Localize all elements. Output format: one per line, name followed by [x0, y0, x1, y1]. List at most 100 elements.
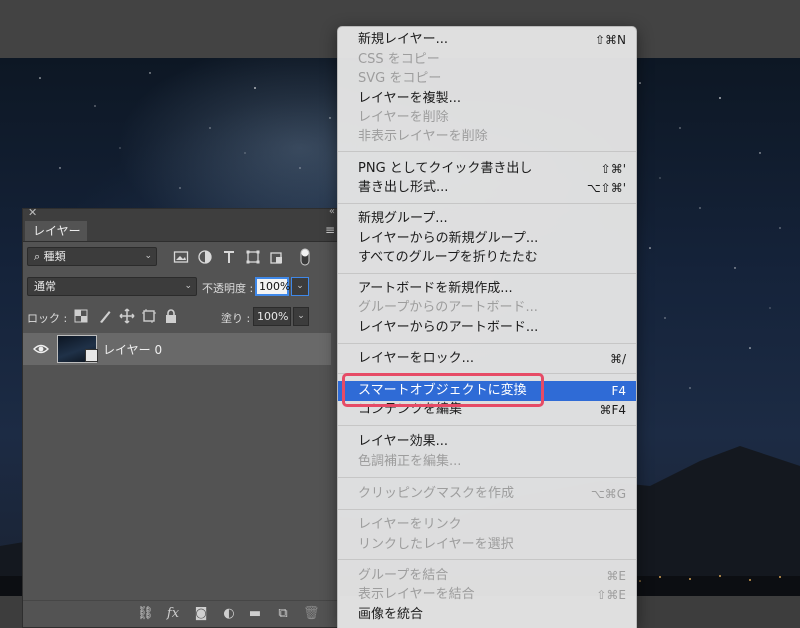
collapse-icon[interactable]: « [329, 206, 335, 217]
menu-item-merge-group[interactable]: グループを結合 ⌘E [338, 566, 636, 586]
menu-item-label: 表示レイヤーを結合 [358, 587, 475, 602]
fx-icon[interactable]: fx [165, 606, 181, 622]
menu-item-link-layers[interactable]: レイヤーをリンク [338, 515, 636, 535]
menu-item-label: レイヤー効果... [358, 434, 449, 449]
layer-context-menu: 新規レイヤー... ⇧⌘N CSS をコピー SVG をコピー レイヤーを複製..… [337, 26, 637, 628]
layer-name: レイヤー 0 [103, 343, 163, 357]
menu-item-shortcut: ⌥⌘G [590, 487, 626, 501]
menu-item-artboard-from-layers[interactable]: レイヤーからのアートボード... [338, 318, 636, 338]
menu-item-shortcut: ⌘/ [609, 352, 626, 366]
menu-separator [338, 509, 636, 510]
adjustment-layer-icon[interactable]: ◐ [221, 606, 237, 622]
menu-item-label: レイヤーをロック... [358, 351, 475, 366]
menu-separator [338, 559, 636, 560]
menu-item-label: スマートオブジェクトに変換 [358, 383, 527, 398]
menu-item-copy-css[interactable]: CSS をコピー [338, 50, 636, 70]
menu-item-convert-to-smart-object[interactable]: スマートオブジェクトに変換 F4 [338, 381, 636, 401]
chevron-down-icon: ⌄ [144, 251, 152, 261]
tab-layers-label: レイヤー [33, 224, 81, 238]
menu-separator [338, 477, 636, 478]
chevron-down-icon: ⌄ [296, 281, 304, 291]
menu-item-merge-visible[interactable]: 表示レイヤーを結合 ⇧⌘E [338, 585, 636, 605]
fill-dropdown-button[interactable]: ⌄ [293, 307, 309, 326]
menu-item-label: 書き出し形式... [358, 180, 449, 195]
fill-input[interactable]: 100% [253, 307, 291, 326]
blend-mode-select[interactable]: 通常 ⌄ [27, 277, 197, 296]
menu-item-select-linked-layers[interactable]: リンクしたレイヤーを選択 [338, 535, 636, 555]
folder-icon[interactable]: ▬ [247, 606, 263, 622]
menu-item-shortcut: ⇧⌘N [594, 33, 626, 47]
panel-menu-icon[interactable]: ≡ [325, 223, 335, 237]
lock-transparent-pixels-icon[interactable] [73, 308, 89, 324]
mask-icon[interactable]: ◙ [193, 606, 209, 622]
lock-row: ロック : 塗り : 100% ⌄ [23, 302, 341, 330]
shape-filter-icon[interactable] [245, 249, 261, 265]
menu-item-copy-svg[interactable]: SVG をコピー [338, 69, 636, 89]
menu-item-label: レイヤーを削除 [358, 110, 449, 125]
link-icon[interactable]: ⛓ [137, 606, 154, 622]
menu-item-label: SVG をコピー [358, 71, 442, 86]
menu-item-label: コンテンツを編集 [358, 402, 463, 417]
menu-item-new-group-from-layers[interactable]: レイヤーからの新規グループ... [338, 229, 636, 249]
lock-artboard-icon[interactable] [141, 308, 157, 324]
menu-item-label: 新規グループ... [358, 211, 448, 226]
panel-footer: ⛓ fx ◙ ◐ ▬ ⧉ 🗑 [23, 600, 341, 627]
menu-item-lock-layers[interactable]: レイヤーをロック... ⌘/ [338, 349, 636, 369]
menu-item-new-layer[interactable]: 新規レイヤー... ⇧⌘N [338, 30, 636, 50]
menu-item-flatten-image[interactable]: 画像を統合 [338, 605, 636, 625]
menu-item-duplicate-layer[interactable]: レイヤーを複製... [338, 89, 636, 109]
filter-toggle-switch[interactable] [299, 247, 311, 267]
menu-item-label: レイヤーからのアートボード... [358, 320, 539, 335]
menu-item-quick-export-png[interactable]: PNG としてクイック書き出し ⇧⌘' [338, 159, 636, 179]
menu-item-delete-layer[interactable]: レイヤーを削除 [338, 108, 636, 128]
menu-item-label: アートボードを新規作成... [358, 281, 513, 296]
menu-separator [338, 151, 636, 152]
menu-item-edit-adjustment[interactable]: 色調補正を編集... [338, 452, 636, 472]
menu-separator [338, 373, 636, 374]
menu-item-delete-hidden-layers[interactable]: 非表示レイヤーを削除 [338, 127, 636, 147]
filter-kind-select[interactable]: ⌕ 種類 ⌄ [27, 247, 157, 266]
menu-item-label: グループからのアートボード... [358, 300, 538, 315]
menu-item-export-as[interactable]: 書き出し形式... ⌥⇧⌘' [338, 178, 636, 198]
eye-icon[interactable] [33, 342, 49, 356]
new-layer-icon[interactable]: ⧉ [275, 606, 291, 622]
fill-value: 100% [257, 310, 289, 323]
trash-icon[interactable]: 🗑 [303, 606, 320, 622]
menu-item-collapse-all-groups[interactable]: すべてのグループを折りたたむ [338, 248, 636, 268]
opacity-dropdown-button[interactable]: ⌄ [291, 277, 309, 296]
menu-item-label: レイヤーを複製... [358, 91, 462, 106]
smart-object-filter-icon[interactable] [269, 249, 285, 265]
menu-item-artboard-from-group[interactable]: グループからのアートボード... [338, 298, 636, 318]
lock-position-icon[interactable] [119, 308, 135, 324]
chevron-down-icon: ⌄ [184, 281, 192, 291]
menu-item-edit-contents[interactable]: コンテンツを編集 ⌘F4 [338, 400, 636, 420]
menu-item-layer-style[interactable]: レイヤー効果... [338, 432, 636, 452]
fill-label: 塗り : [221, 312, 251, 325]
opacity-label: 不透明度 : [202, 282, 254, 295]
menu-item-shortcut: ⌘E [606, 569, 626, 583]
menu-item-label: 色調補正を編集... [358, 454, 462, 469]
menu-item-create-clipping-mask[interactable]: クリッピングマスクを作成 ⌥⌘G [338, 484, 636, 504]
filter-row: ⌕ 種類 ⌄ [23, 242, 341, 270]
tab-layers[interactable]: レイヤー [25, 221, 87, 241]
menu-item-label: 画像を統合 [358, 607, 424, 622]
blend-mode-value: 通常 [34, 280, 56, 293]
menu-item-new-artboard[interactable]: アートボードを新規作成... [338, 279, 636, 299]
menu-item-label: リンクしたレイヤーを選択 [358, 537, 514, 552]
lock-image-pixels-icon[interactable] [97, 308, 113, 324]
menu-item-shortcut: ⌥⇧⌘' [586, 181, 626, 195]
menu-item-label: レイヤーからの新規グループ... [358, 231, 539, 246]
close-icon[interactable]: ✕ [28, 206, 37, 219]
layer-row[interactable]: レイヤー 0 [23, 333, 331, 365]
opacity-input[interactable]: 100% [255, 277, 290, 296]
layers-panel: ✕ « レイヤー ≡ ⌕ 種類 ⌄ 通常 ⌄ 不透明度 : 100% ⌄ ロック… [22, 206, 341, 628]
adjustment-filter-icon[interactable] [197, 249, 213, 265]
image-filter-icon[interactable] [173, 249, 189, 265]
lock-all-icon[interactable] [163, 308, 179, 324]
panel-title-strip: ✕ « [23, 206, 339, 221]
menu-item-shortcut: ⌘F4 [599, 403, 626, 417]
menu-item-new-group[interactable]: 新規グループ... [338, 209, 636, 229]
menu-item-label: 非表示レイヤーを削除 [358, 129, 488, 144]
blend-row: 通常 ⌄ 不透明度 : 100% ⌄ [23, 272, 341, 300]
type-filter-icon[interactable] [221, 249, 237, 265]
